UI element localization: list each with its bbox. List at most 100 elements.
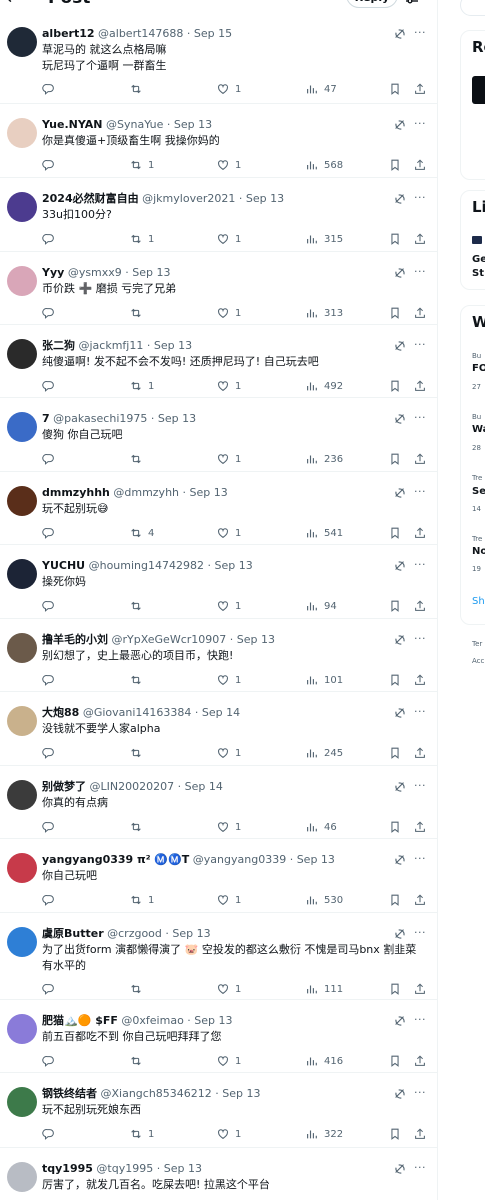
avatar[interactable] <box>7 266 37 296</box>
bookmark-button[interactable] <box>388 982 402 996</box>
retweet-button[interactable]: 1 <box>129 232 154 246</box>
share-button[interactable] <box>413 158 427 172</box>
grok-icon[interactable] <box>393 266 407 280</box>
like-button[interactable]: 1 <box>216 599 241 613</box>
grok-icon[interactable] <box>393 559 407 573</box>
author-name[interactable]: 别做梦了 <box>42 780 86 793</box>
reply-button[interactable] <box>42 526 56 540</box>
avatar[interactable] <box>7 118 37 148</box>
avatar[interactable] <box>7 339 37 369</box>
live-line[interactable]: St <box>472 268 484 279</box>
avatar[interactable] <box>7 27 37 57</box>
bookmark-button[interactable] <box>388 452 402 466</box>
share-button[interactable] <box>413 673 427 687</box>
more-icon[interactable]: ··· <box>414 26 426 39</box>
share-button[interactable] <box>413 1054 427 1068</box>
reply-button[interactable] <box>42 1127 56 1141</box>
grok-icon[interactable] <box>393 853 407 867</box>
share-button[interactable] <box>413 232 427 246</box>
views-button[interactable]: 416 <box>305 1054 343 1068</box>
bookmark-button[interactable] <box>388 526 402 540</box>
search-input[interactable] <box>460 0 485 16</box>
bookmark-button[interactable] <box>388 82 402 96</box>
grok-icon[interactable] <box>393 118 407 132</box>
author-name[interactable]: albert12 <box>42 27 95 40</box>
tweet-date[interactable]: Sep 13 <box>246 192 284 205</box>
retweet-button[interactable]: 1 <box>129 158 154 172</box>
tweet-date[interactable]: Sep 14 <box>202 706 240 719</box>
avatar[interactable] <box>7 486 37 516</box>
like-button[interactable]: 1 <box>216 893 241 907</box>
arrow-left-icon[interactable]: ← <box>6 0 21 9</box>
more-icon[interactable]: ··· <box>414 1013 426 1026</box>
reply-button[interactable]: Reply <box>346 0 398 8</box>
avatar[interactable] <box>7 1087 37 1117</box>
grok-icon[interactable] <box>393 412 407 426</box>
avatar[interactable] <box>7 927 37 957</box>
like-button[interactable]: 1 <box>216 379 241 393</box>
views-button[interactable]: 492 <box>305 379 343 393</box>
reply-tweet[interactable]: Yue.NYAN @SynaYue · Sep 13 ··· 你是真傻逼+顶级畜生啊… <box>0 104 437 178</box>
reply-tweet[interactable]: 肥猫🏔️🟠 $FF @0xfeimao · Sep 13 ··· 前五百都吃不到 你… <box>0 1000 437 1073</box>
retweet-button[interactable] <box>129 599 143 613</box>
retweet-button[interactable] <box>129 452 143 466</box>
like-button[interactable]: 1 <box>216 820 241 834</box>
author-name[interactable]: 2024必然财富自由 <box>42 192 139 205</box>
reply-tweet[interactable]: tqy1995 @tqy1995 · Sep 13 ··· 厉害了，就发几百名。吃屎… <box>0 1148 437 1200</box>
share-button[interactable] <box>413 820 427 834</box>
more-icon[interactable]: ··· <box>414 485 426 498</box>
author-handle[interactable]: @pakasechi1975 <box>53 412 147 425</box>
author-name[interactable]: 虞原Butter <box>42 927 104 940</box>
like-button[interactable]: 1 <box>216 158 241 172</box>
author-name[interactable]: yangyang0339 π² Ⓜ️Ⓜ️T <box>42 853 189 866</box>
more-icon[interactable]: ··· <box>414 338 426 351</box>
share-button[interactable] <box>413 982 427 996</box>
reply-tweet[interactable]: 张二狗 @jackmfj11 · Sep 13 ··· 纯傻逼啊! 发不起不会不发吗… <box>0 325 437 398</box>
views-button[interactable]: 530 <box>305 893 343 907</box>
grok-icon[interactable] <box>393 780 407 794</box>
more-icon[interactable]: ··· <box>414 632 426 645</box>
author-handle[interactable]: @houming14742982 <box>89 559 204 572</box>
reply-button[interactable] <box>42 232 56 246</box>
share-button[interactable] <box>413 1127 427 1141</box>
bookmark-button[interactable] <box>388 893 402 907</box>
avatar[interactable] <box>7 780 37 810</box>
share-button[interactable] <box>413 893 427 907</box>
reply-tweet[interactable]: albert12 @albert147688 · Sep 15 ··· 草泥马的 就… <box>0 13 437 104</box>
author-handle[interactable]: @crzgood <box>107 927 162 940</box>
like-button[interactable]: 1 <box>216 982 241 996</box>
show-more-link[interactable]: Sh <box>472 596 485 607</box>
trend-name[interactable]: FO <box>472 363 485 374</box>
views-button[interactable]: 94 <box>305 599 337 613</box>
author-name[interactable]: Yyy <box>42 266 64 279</box>
author-handle[interactable]: @tqy1995 <box>96 1162 153 1175</box>
author-handle[interactable]: @jackmfj11 <box>79 339 144 352</box>
grok-icon[interactable] <box>393 1162 407 1176</box>
more-icon[interactable]: ··· <box>414 411 426 424</box>
views-button[interactable]: 313 <box>305 306 343 320</box>
tweet-date[interactable]: Sep 13 <box>237 633 275 646</box>
author-handle[interactable]: @jkmylover2021 <box>142 192 235 205</box>
tweet-date[interactable]: Sep 13 <box>297 853 335 866</box>
avatar[interactable] <box>7 559 37 589</box>
more-icon[interactable]: ··· <box>414 558 426 571</box>
author-handle[interactable]: @ysmxx9 <box>68 266 122 279</box>
reply-button[interactable] <box>42 82 56 96</box>
reply-tweet[interactable]: 虞原Butter @crzgood · Sep 13 ··· 为了出货form 演都… <box>0 913 437 1000</box>
author-name[interactable]: 大炮88 <box>42 706 79 719</box>
reply-tweet[interactable]: 撸羊毛的小刘 @rYpXeGeWcr10907 · Sep 13 ··· 别幻想了，… <box>0 619 437 692</box>
bookmark-button[interactable] <box>388 158 402 172</box>
retweet-button[interactable]: 1 <box>129 1127 154 1141</box>
reply-button[interactable] <box>42 379 56 393</box>
trend-name[interactable]: Wa <box>472 424 485 435</box>
reply-button[interactable] <box>42 820 56 834</box>
views-button[interactable]: 245 <box>305 746 343 760</box>
tweet-date[interactable]: Sep 15 <box>194 27 232 40</box>
tweet-date[interactable]: Sep 13 <box>154 339 192 352</box>
share-button[interactable] <box>413 452 427 466</box>
grok-icon[interactable] <box>393 1087 407 1101</box>
retweet-button[interactable]: 1 <box>129 379 154 393</box>
author-handle[interactable]: @yangyang0339 <box>193 853 286 866</box>
author-name[interactable]: 肥猫🏔️🟠 $FF <box>42 1014 118 1027</box>
grok-icon[interactable] <box>393 192 407 206</box>
